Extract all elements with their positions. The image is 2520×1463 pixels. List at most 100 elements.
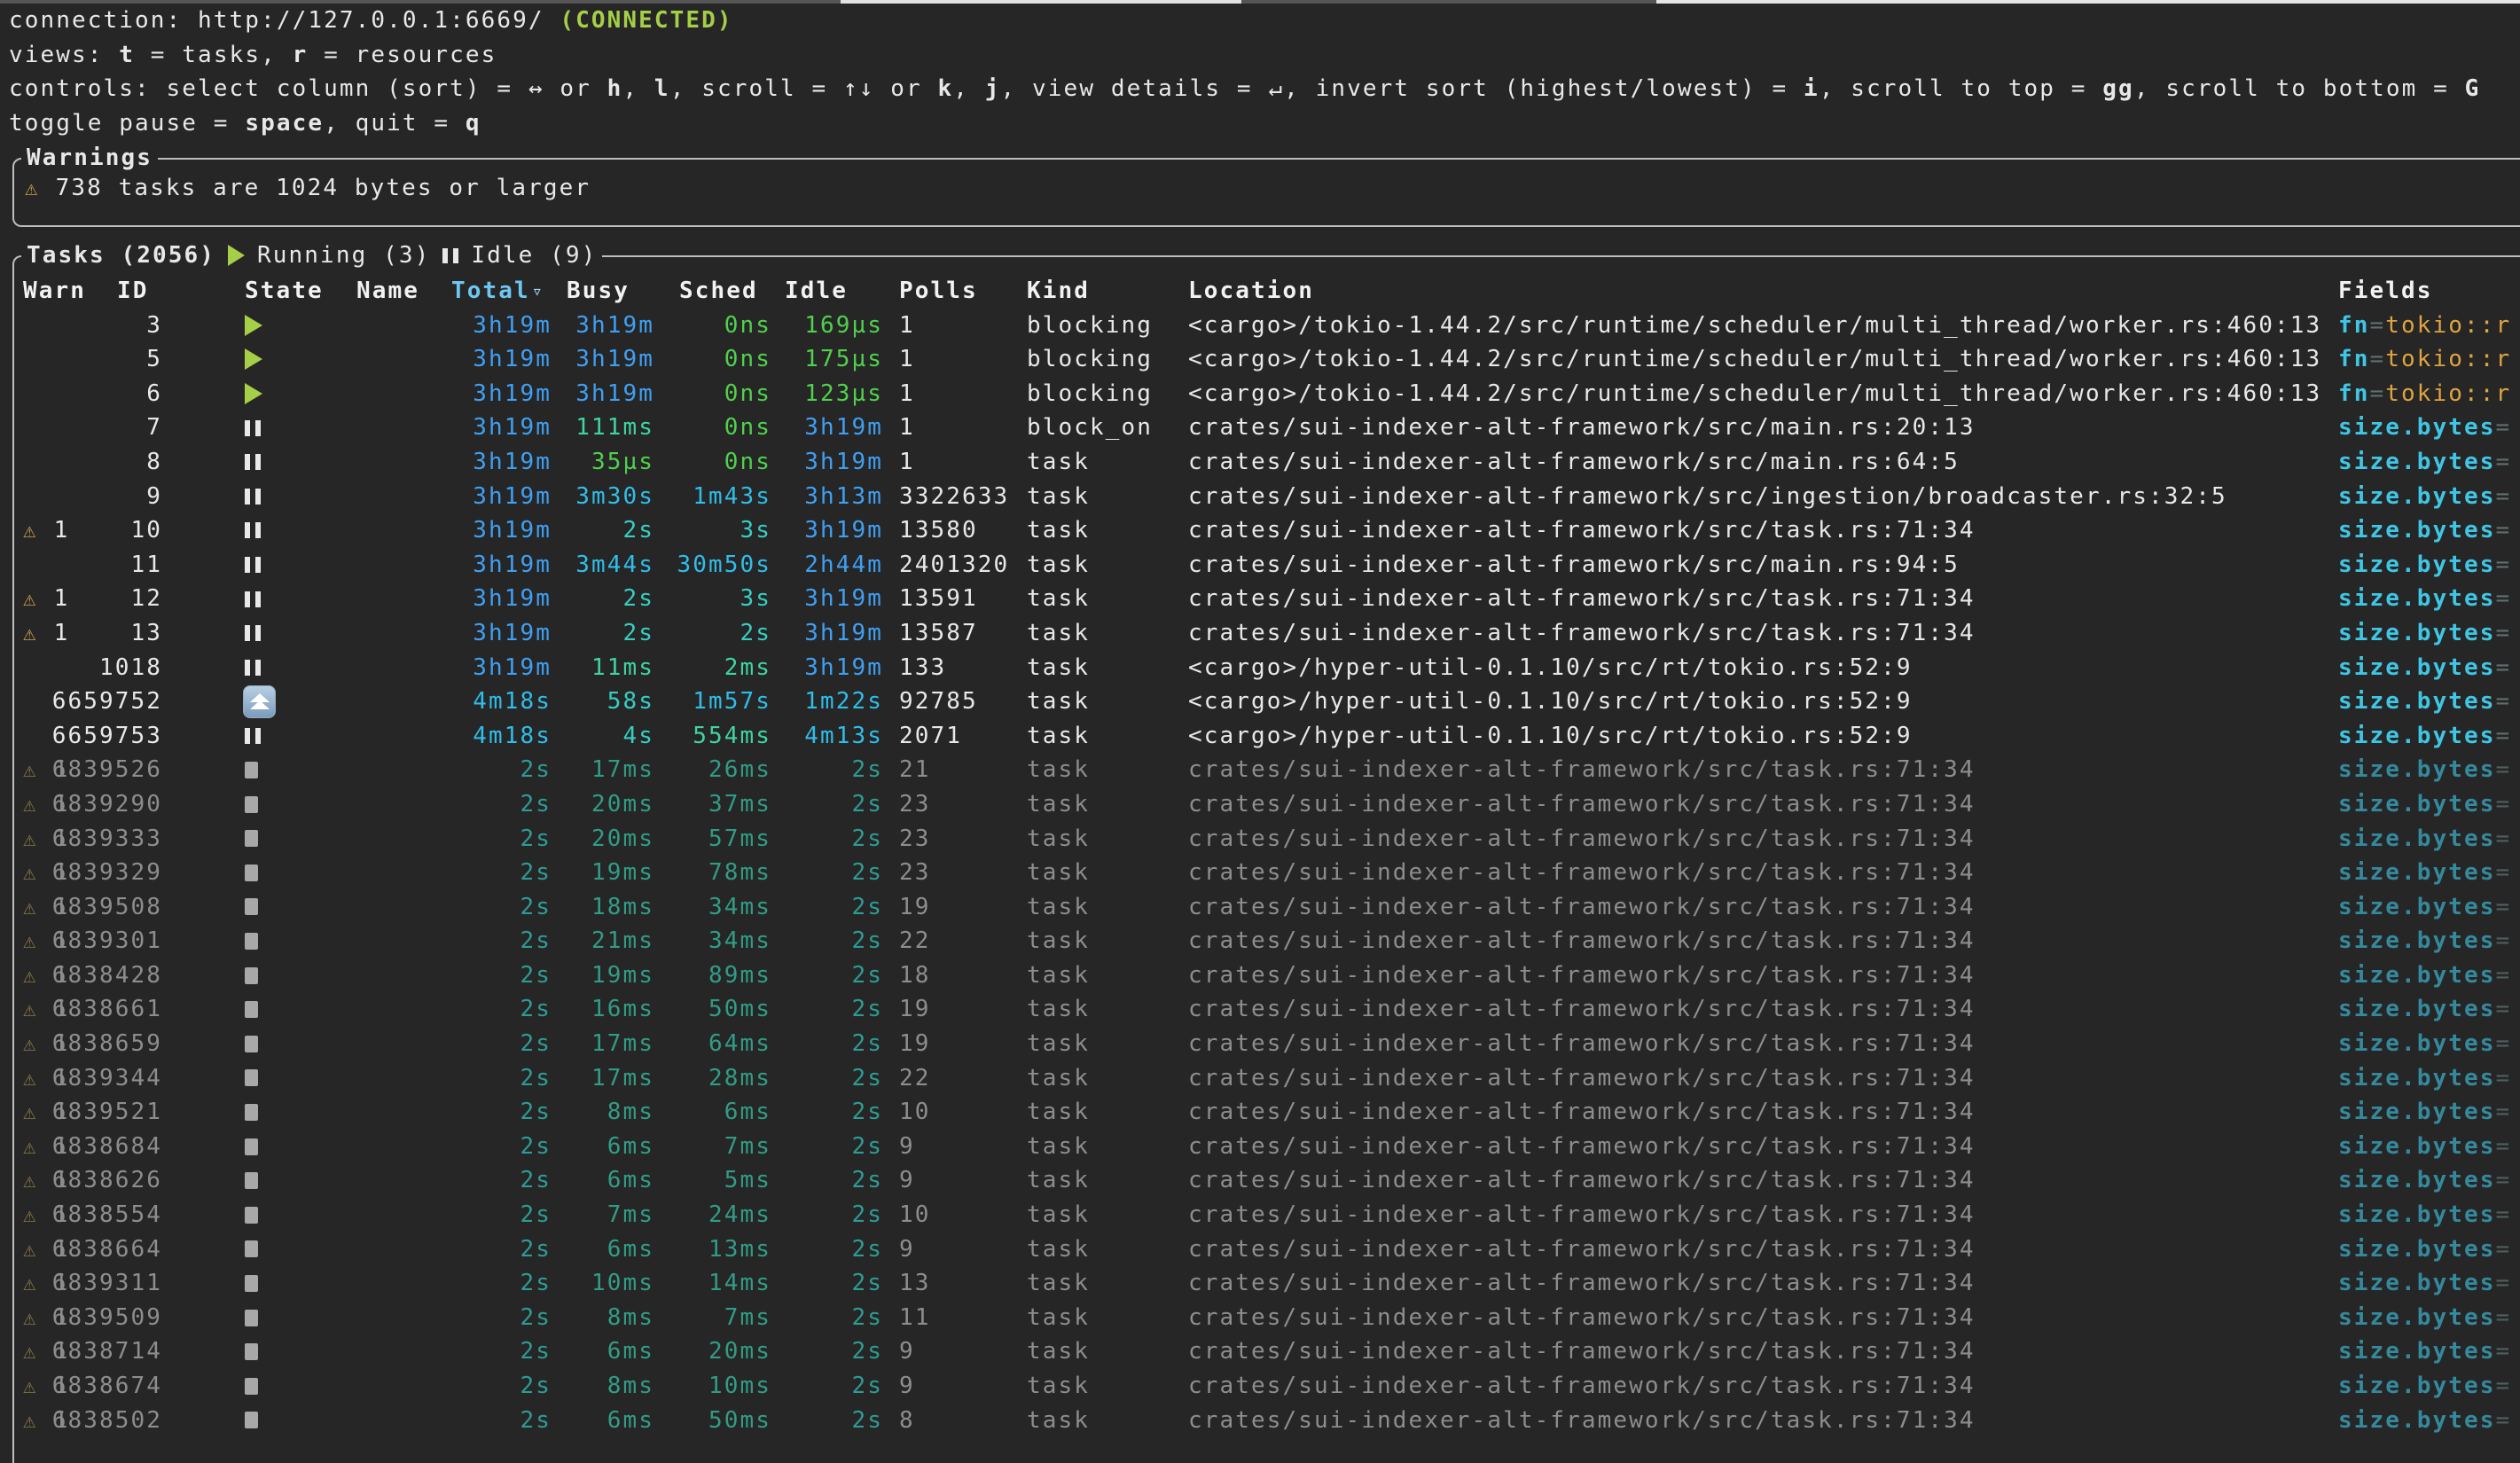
- busy-duration: 17ms: [560, 1061, 654, 1096]
- field-name: size.bytes: [2338, 890, 2496, 925]
- task-kind: task: [1027, 651, 1183, 685]
- column-header-total[interactable]: Total▿: [451, 274, 552, 309]
- task-row[interactable]: 6659753 4m18s 4s 554ms 4m13s 2071 task <…: [14, 719, 2520, 754]
- column-header-kind[interactable]: Kind: [1027, 274, 1183, 309]
- idle-duration: 3h19m: [779, 445, 883, 480]
- total-duration: 3h19m: [451, 480, 552, 514]
- task-row[interactable]: 5 3h19m 3h19m 0ns 175µs 1 blocking <carg…: [14, 342, 2520, 377]
- task-row[interactable]: ⚠1 6838502 2s 6ms 50ms 2s 8 task crates/…: [14, 1404, 2520, 1438]
- task-row[interactable]: ⚠1 6838428 2s 19ms 89ms 2s 18 task crate…: [14, 958, 2520, 993]
- field-name: size.bytes: [2338, 856, 2496, 890]
- field-name: size.bytes: [2338, 1061, 2496, 1096]
- task-row[interactable]: ⚠1 6838684 2s 6ms 7ms 2s 9 task crates/s…: [14, 1130, 2520, 1164]
- task-row[interactable]: ⚠1 12 3h19m 2s 3s 3h19m 13591 task crate…: [14, 582, 2520, 616]
- task-location: crates/sui-indexer-alt-framework/src/tas…: [1188, 924, 2334, 958]
- state-cell: [245, 1027, 351, 1061]
- total-duration: 2s: [451, 1334, 552, 1369]
- sched-duration: 28ms: [661, 1061, 771, 1096]
- idle-duration: 2s: [779, 1404, 883, 1438]
- idle-duration: 2s: [779, 958, 883, 993]
- field-name: size.bytes: [2338, 685, 2496, 719]
- field-name: size.bytes: [2338, 513, 2496, 548]
- task-row[interactable]: ⚠1 6839290 2s 20ms 37ms 2s 23 task crate…: [14, 787, 2520, 822]
- task-row[interactable]: 6659752 4m18s 58s 1m57s 1m22s 92785 task…: [14, 685, 2520, 719]
- fields-cell: fn=tokio::r: [2338, 377, 2520, 411]
- task-row[interactable]: 8 3h19m 35µs 0ns 3h19m 1 task crates/sui…: [14, 445, 2520, 480]
- running-icon: [245, 383, 262, 404]
- busy-duration: 7ms: [560, 1198, 654, 1232]
- total-duration: 3h19m: [451, 548, 552, 583]
- sched-duration: 2ms: [661, 651, 771, 685]
- task-kind: blocking: [1027, 342, 1183, 377]
- task-row[interactable]: 9 3h19m 3m30s 1m43s 3h13m 3322633 task c…: [14, 480, 2520, 514]
- task-row[interactable]: ⚠1 6839301 2s 21ms 34ms 2s 22 task crate…: [14, 924, 2520, 958]
- equals-sign: =: [2496, 1369, 2512, 1404]
- task-row[interactable]: ⚠1 6839344 2s 17ms 28ms 2s 22 task crate…: [14, 1061, 2520, 1096]
- sort-caret-icon: ▿: [532, 274, 544, 309]
- task-row[interactable]: 11 3h19m 3m44s 30m50s 2h44m 2401320 task…: [14, 548, 2520, 583]
- column-header-location[interactable]: Location: [1188, 274, 2334, 309]
- stopped-icon: [245, 1343, 258, 1360]
- column-header-id[interactable]: ID: [98, 274, 182, 309]
- total-duration: 2s: [451, 1369, 552, 1404]
- column-header-busy[interactable]: Busy: [560, 274, 661, 309]
- task-row[interactable]: ⚠1 6838659 2s 17ms 64ms 2s 19 task crate…: [14, 1027, 2520, 1061]
- total-duration: 4m18s: [451, 685, 552, 719]
- task-row[interactable]: ⚠1 6838626 2s 6ms 5ms 2s 9 task crates/s…: [14, 1163, 2520, 1198]
- task-location: crates/sui-indexer-alt-framework/src/tas…: [1188, 1301, 2334, 1335]
- task-kind: task: [1027, 445, 1183, 480]
- state-cell: [245, 822, 351, 857]
- column-header-state[interactable]: State: [245, 274, 351, 309]
- idle-duration: 2s: [779, 753, 883, 787]
- task-row[interactable]: ⚠1 6838674 2s 8ms 10ms 2s 9 task crates/…: [14, 1369, 2520, 1404]
- task-kind: task: [1027, 1301, 1183, 1335]
- task-id: 3: [98, 309, 162, 343]
- idle-duration: 2s: [779, 924, 883, 958]
- sched-duration: 10ms: [661, 1369, 771, 1404]
- stopped-icon: [245, 1378, 258, 1395]
- running-icon: [245, 315, 262, 336]
- column-header-polls[interactable]: Polls: [899, 274, 1021, 309]
- task-row[interactable]: ⚠1 6838664 2s 6ms 13ms 2s 9 task crates/…: [14, 1232, 2520, 1267]
- task-row[interactable]: ⚠1 6839329 2s 19ms 78ms 2s 23 task crate…: [14, 856, 2520, 890]
- sched-duration: 64ms: [661, 1027, 771, 1061]
- task-id: 6838661: [98, 992, 162, 1027]
- task-row[interactable]: 7 3h19m 111ms 0ns 3h19m 1 block_on crate…: [14, 411, 2520, 445]
- task-row[interactable]: 3 3h19m 3h19m 0ns 169µs 1 blocking <carg…: [14, 309, 2520, 343]
- task-location: crates/sui-indexer-alt-framework/src/tas…: [1188, 513, 2334, 548]
- task-row[interactable]: 6 3h19m 3h19m 0ns 123µs 1 blocking <carg…: [14, 377, 2520, 411]
- task-row[interactable]: ⚠1 6839509 2s 8ms 7ms 2s 11 task crates/…: [14, 1301, 2520, 1335]
- equals-sign: =: [2496, 719, 2512, 754]
- task-row[interactable]: ⚠1 6839311 2s 10ms 14ms 2s 13 task crate…: [14, 1266, 2520, 1301]
- column-header-idle[interactable]: Idle: [779, 274, 889, 309]
- equals-sign: =: [2496, 992, 2512, 1027]
- task-row[interactable]: ⚠1 6839521 2s 8ms 6ms 2s 10 task crates/…: [14, 1095, 2520, 1130]
- column-header-name[interactable]: Name: [356, 274, 445, 309]
- task-row[interactable]: ⚠1 6838714 2s 6ms 20ms 2s 9 task crates/…: [14, 1334, 2520, 1369]
- task-name: [356, 1266, 445, 1301]
- fields-cell: size.bytes=: [2338, 1301, 2520, 1335]
- task-row[interactable]: ⚠1 6839508 2s 18ms 34ms 2s 19 task crate…: [14, 890, 2520, 925]
- column-header-fields[interactable]: Fields: [2338, 274, 2520, 309]
- task-row[interactable]: ⚠1 6838554 2s 7ms 24ms 2s 10 task crates…: [14, 1198, 2520, 1232]
- task-location: crates/sui-indexer-alt-framework/src/tas…: [1188, 1334, 2334, 1369]
- column-header-sched[interactable]: Sched: [661, 274, 789, 309]
- task-row[interactable]: ⚠1 6839333 2s 20ms 57ms 2s 23 task crate…: [14, 822, 2520, 857]
- fields-cell: size.bytes=: [2338, 1130, 2520, 1164]
- task-row[interactable]: ⚠1 10 3h19m 2s 3s 3h19m 13580 task crate…: [14, 513, 2520, 548]
- task-row[interactable]: ⚠1 6838661 2s 16ms 50ms 2s 19 task crate…: [14, 992, 2520, 1027]
- sched-duration: 20ms: [661, 1334, 771, 1369]
- task-row[interactable]: ⚠1 13 3h19m 2s 2s 3h19m 13587 task crate…: [14, 616, 2520, 651]
- task-row[interactable]: 1018 3h19m 11ms 2ms 3h19m 133 task <carg…: [14, 651, 2520, 685]
- task-row[interactable]: ⚠1 6839526 2s 17ms 26ms 2s 21 task crate…: [14, 753, 2520, 787]
- sched-duration: 50ms: [661, 1404, 771, 1438]
- equals-sign: =: [2496, 582, 2512, 616]
- task-name: [356, 1404, 445, 1438]
- idle-duration: 2s: [779, 822, 883, 857]
- fields-cell: size.bytes=: [2338, 719, 2520, 754]
- warning-icon: ⚠: [23, 1027, 38, 1061]
- column-header-warn[interactable]: Warn: [23, 274, 98, 309]
- sched-duration: 2s: [661, 616, 771, 651]
- state-cell: [245, 1404, 351, 1438]
- warning-icon: ⚠: [23, 1334, 38, 1369]
